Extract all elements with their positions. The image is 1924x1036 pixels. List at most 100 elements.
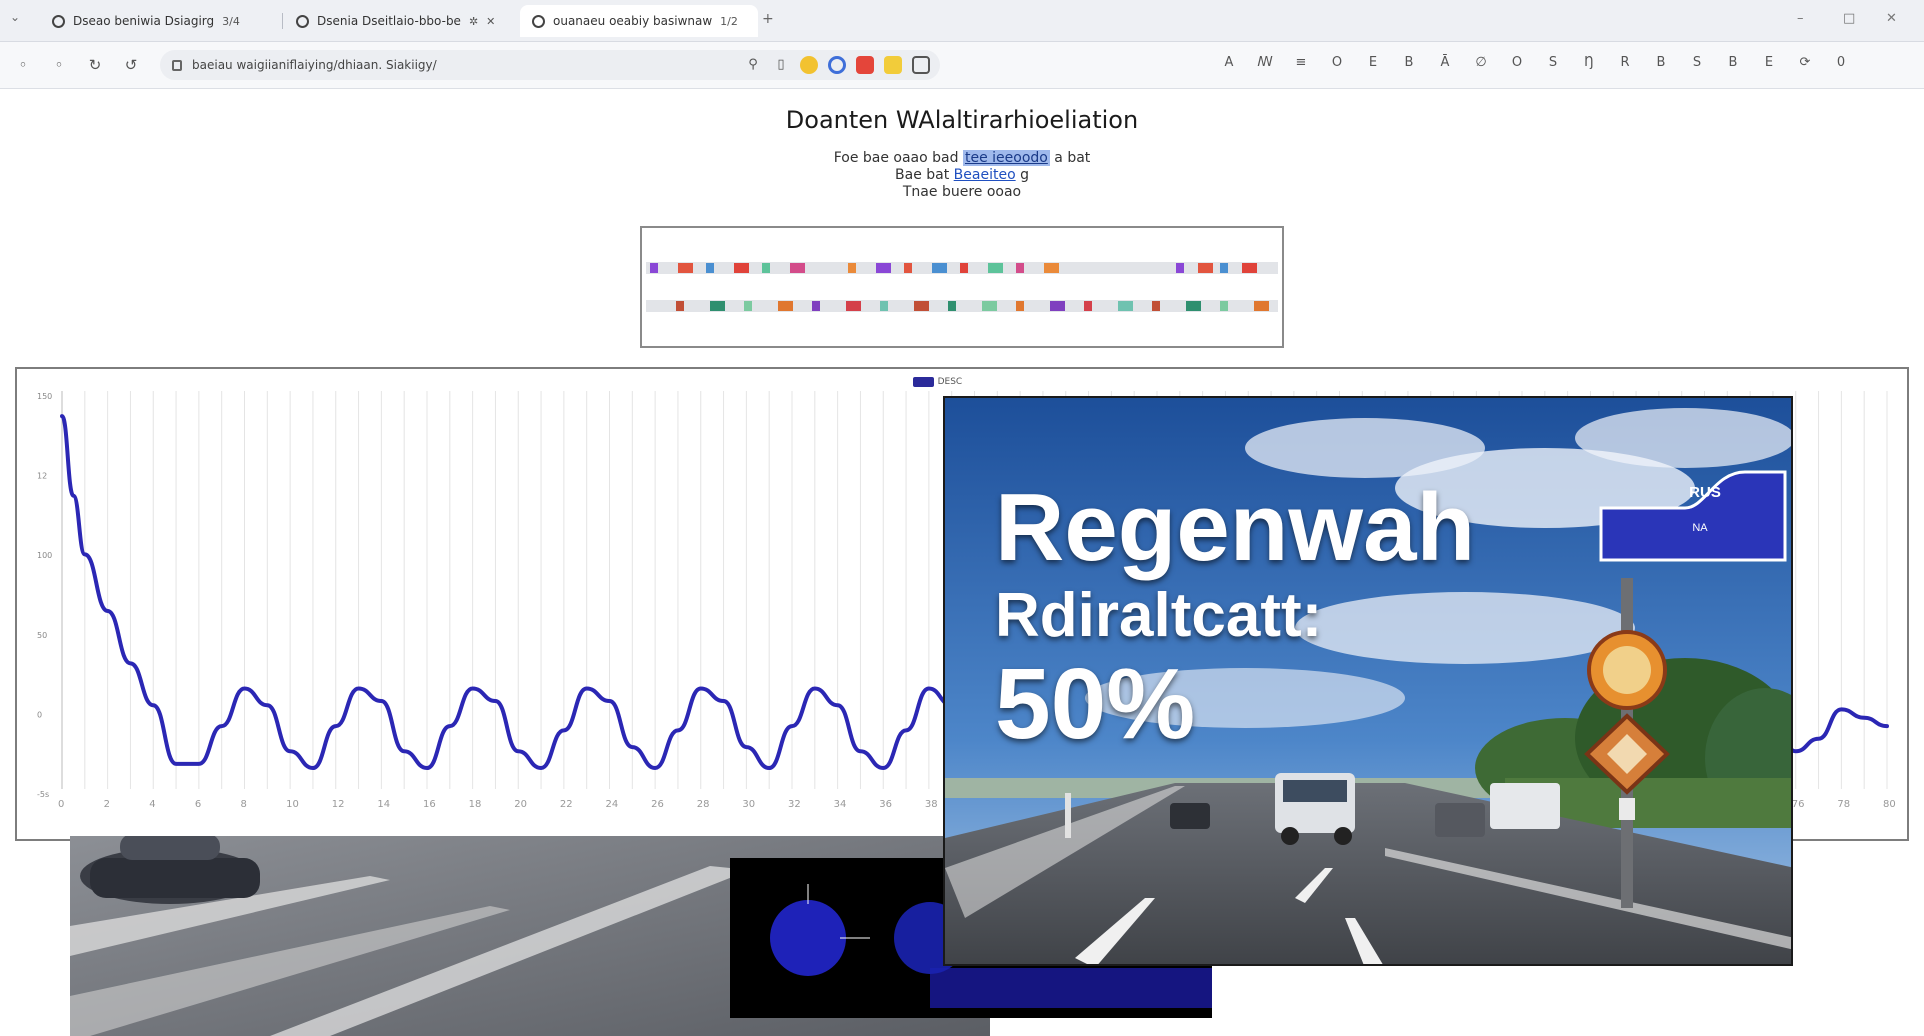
forward-icon[interactable]: ◦ — [48, 54, 70, 76]
home-icon[interactable]: ↺ — [120, 54, 142, 76]
address-input[interactable] — [190, 57, 714, 73]
data-point — [927, 686, 931, 690]
reload-icon[interactable]: ↻ — [84, 54, 106, 76]
color-segment — [846, 301, 861, 311]
color-segment — [762, 263, 770, 273]
toolbar-icon-8[interactable]: O — [1508, 54, 1526, 72]
data-point — [60, 414, 64, 418]
headline-percent: 50% — [995, 648, 1196, 760]
color-segment — [710, 301, 725, 311]
translate-icon[interactable]: ▯ — [772, 56, 790, 74]
toolbar-icon-1[interactable]: ꟿ — [1256, 54, 1274, 72]
favicon-icon — [532, 14, 545, 28]
intro-link-1[interactable]: tee ieeoodo — [962, 150, 1050, 166]
color-segment — [1084, 301, 1092, 311]
x-tick-label: 16 — [423, 799, 436, 810]
x-tick-label: 8 — [241, 799, 247, 810]
data-point — [197, 762, 201, 766]
tab-title: Dseao beniwia Dsiagirg — [73, 14, 215, 28]
tab-1[interactable]: Dseao beniwia Dsiagirg 3/4 — [40, 5, 275, 37]
extension-puzzle-icon[interactable] — [912, 56, 930, 74]
data-point — [151, 703, 155, 707]
color-segment — [676, 301, 684, 311]
toolbar-icon-3[interactable]: O — [1328, 54, 1346, 72]
color-segment — [1044, 263, 1059, 273]
data-point — [813, 686, 817, 690]
settings-icon[interactable]: ✲ — [469, 15, 478, 28]
toolbar-icon-11[interactable]: R — [1616, 54, 1634, 72]
color-strip-row — [646, 300, 1278, 312]
minimize-button[interactable]: – — [1797, 11, 1804, 26]
toolbar-icon-6[interactable]: Ā — [1436, 54, 1454, 72]
color-segment — [1254, 301, 1269, 311]
new-tab-button[interactable]: + — [762, 11, 774, 27]
data-point — [790, 724, 794, 728]
extension-red-icon[interactable] — [856, 56, 874, 74]
tab-search-icon[interactable]: ⌄ — [10, 10, 32, 28]
data-point — [448, 724, 452, 728]
data-point — [471, 686, 475, 690]
data-point — [858, 749, 862, 753]
toolbar-icon-7[interactable]: ∅ — [1472, 54, 1490, 72]
color-segment — [1220, 301, 1228, 311]
extension-yellow-icon[interactable] — [800, 56, 818, 74]
data-point — [836, 703, 840, 707]
data-point — [1862, 716, 1866, 720]
color-segment — [1220, 263, 1228, 273]
x-tick-label: 10 — [286, 799, 299, 810]
toolbar-icon-14[interactable]: B — [1724, 54, 1742, 72]
data-point — [220, 724, 224, 728]
data-point — [516, 749, 520, 753]
toolbar-icon-15[interactable]: E — [1760, 54, 1778, 72]
data-point — [539, 766, 543, 770]
toolbar-icon-13[interactable]: S — [1688, 54, 1706, 72]
y-tick-label: 150 — [37, 392, 52, 401]
color-segment — [988, 263, 1003, 273]
toolbar-icon-4[interactable]: E — [1364, 54, 1382, 72]
color-segment — [1152, 301, 1160, 311]
close-icon[interactable]: ✕ — [486, 15, 495, 28]
x-tick-label: 14 — [377, 799, 390, 810]
data-point — [722, 699, 726, 703]
toolbar-icon-9[interactable]: S — [1544, 54, 1562, 72]
address-bar[interactable]: ⚲ ▯ — [160, 50, 940, 80]
data-point — [744, 745, 748, 749]
back-icon[interactable]: ◦ — [12, 54, 34, 76]
y-tick-label: 0 — [37, 710, 42, 719]
x-tick-label: 78 — [1837, 799, 1850, 810]
data-point — [106, 609, 110, 613]
tab-3-active[interactable]: ouanaeu oeabiy basiwnaw 1/2 — [520, 5, 758, 37]
x-tick-label: 4 — [149, 799, 155, 810]
data-point — [288, 749, 292, 753]
toolbar-icon-12[interactable]: B — [1652, 54, 1670, 72]
close-window-button[interactable]: ✕ — [1886, 11, 1897, 26]
color-segment — [1016, 301, 1024, 311]
key-icon[interactable]: ⚲ — [744, 56, 762, 74]
toolbar-icon-17[interactable]: 0 — [1832, 54, 1850, 72]
tab-2[interactable]: Dsenia Dseitlaio-bbo-be ✲ ✕ — [284, 5, 519, 37]
color-segment — [932, 263, 947, 273]
color-segment — [778, 301, 793, 311]
toolbar-icon-0[interactable]: A — [1220, 54, 1238, 72]
x-tick-label: 20 — [514, 799, 527, 810]
maximize-button[interactable]: □ — [1843, 11, 1855, 26]
data-point — [1885, 724, 1889, 728]
toolbar-icon-10[interactable]: Ŋ — [1580, 54, 1598, 72]
color-segment — [880, 301, 888, 311]
y-tick-label: 100 — [37, 551, 52, 560]
intro-text: g — [1020, 167, 1029, 183]
favicon-icon — [52, 14, 65, 28]
data-point — [83, 552, 87, 556]
intro-link-2[interactable]: Beaeiteo — [954, 167, 1016, 183]
tab-divider — [282, 13, 283, 29]
x-tick-label: 36 — [879, 799, 892, 810]
toolbar-icon-16[interactable]: ⟳ — [1796, 54, 1814, 72]
color-segment — [904, 263, 912, 273]
extension-blue-icon[interactable] — [828, 56, 846, 74]
data-point — [767, 766, 771, 770]
extension-note-icon[interactable] — [884, 56, 902, 74]
toolbar-icon-2[interactable]: ≡ — [1292, 54, 1310, 72]
tab-strip: ⌄ Dseao beniwia Dsiagirg 3/4 Dsenia Dsei… — [0, 0, 1924, 42]
data-point — [585, 686, 589, 690]
toolbar-icon-5[interactable]: B — [1400, 54, 1418, 72]
